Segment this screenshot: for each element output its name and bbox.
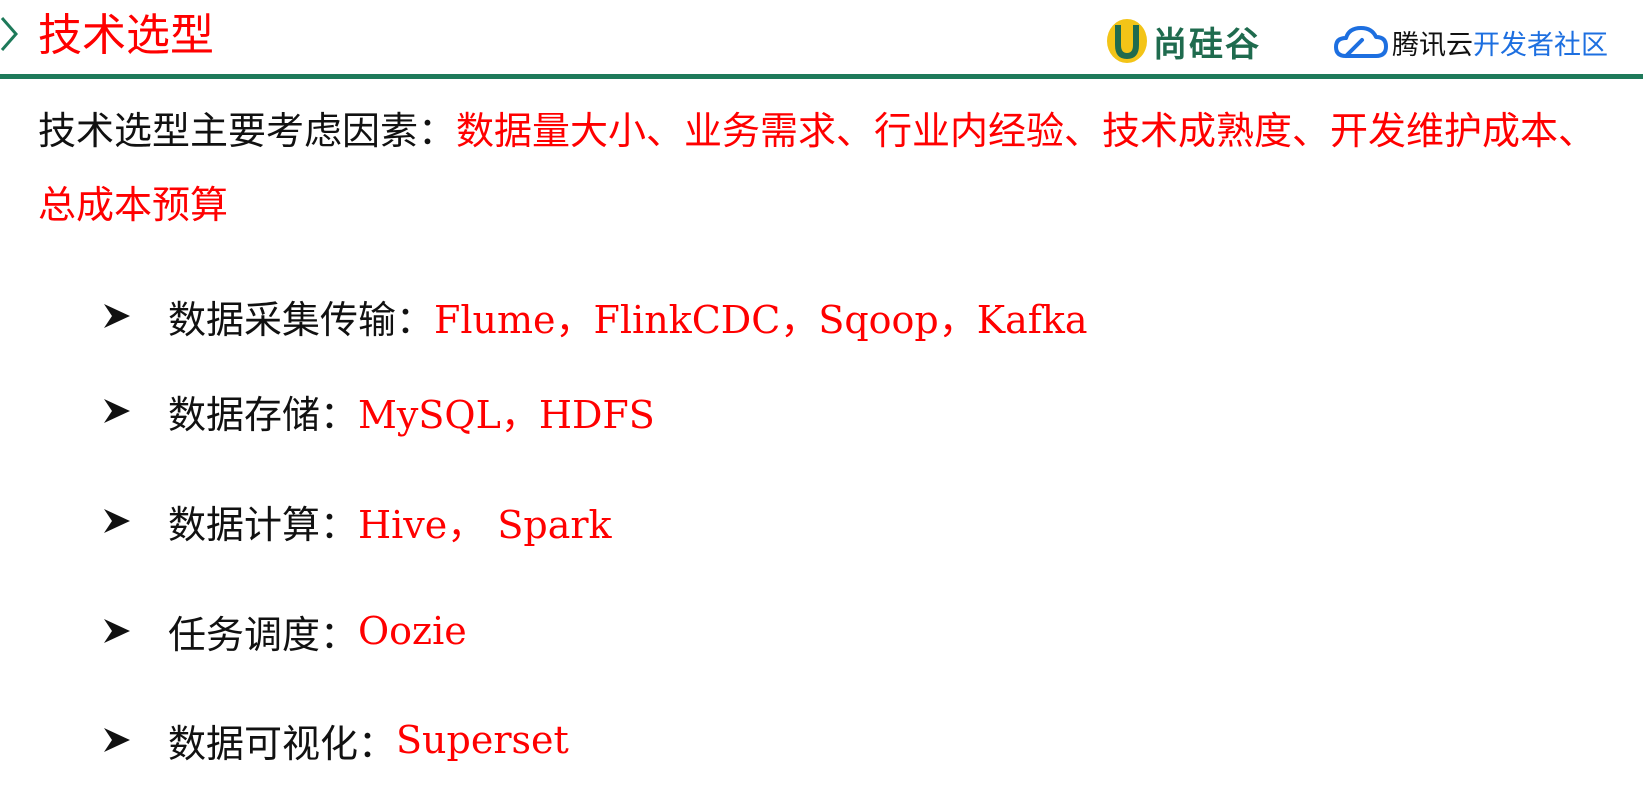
tencent-cloud-logo: 腾讯云 开发者社区 xyxy=(1332,20,1608,64)
slide-header: 技术选型 尚硅谷 腾讯云 开发者社区 xyxy=(0,0,1643,80)
item-label: 数据计算： xyxy=(168,502,359,547)
arrowhead-bullet-icon xyxy=(104,728,130,752)
list-item: 任务调度： Oozie xyxy=(102,601,467,661)
atguigu-u-logo-icon xyxy=(1107,19,1147,63)
list-item: 数据计算： Hive， Spark xyxy=(102,491,612,551)
item-label: 数据可视化： xyxy=(168,721,397,766)
chevron-right-icon xyxy=(0,17,18,51)
atguigu-logo: 尚硅谷 xyxy=(1105,16,1261,66)
atguigu-logo-text: 尚硅谷 xyxy=(1153,24,1261,65)
page-title: 技术选型 xyxy=(38,10,214,61)
list-item: 数据采集传输： Flume，FlinkCDC，Sqoop，Kafka xyxy=(102,286,1088,346)
arrowhead-bullet-icon xyxy=(104,509,130,533)
item-value: MySQL，HDFS xyxy=(358,392,655,437)
item-label: 任务调度： xyxy=(168,612,359,657)
intro-paragraph: 技术选型主要考虑因素：数据量大小、业务需求、行业内经验、技术成熟度、开发维护成本… xyxy=(38,94,1608,242)
item-label: 数据存储： xyxy=(168,392,359,437)
item-value: Flume，FlinkCDC，Sqoop，Kafka xyxy=(434,297,1088,342)
tencent-logo-text-a: 腾讯云 xyxy=(1392,29,1473,61)
arrowhead-bullet-icon xyxy=(104,399,130,423)
list-item: 数据可视化： Superset xyxy=(102,710,569,770)
item-value: Superset xyxy=(396,718,569,762)
tencent-logo-text-b: 开发者社区 xyxy=(1473,29,1608,61)
arrowhead-bullet-icon xyxy=(104,304,130,328)
arrowhead-bullet-icon xyxy=(104,619,130,643)
item-value: Oozie xyxy=(358,609,467,653)
list-item: 数据存储： MySQL，HDFS xyxy=(102,381,655,441)
header-divider xyxy=(0,74,1643,79)
item-label: 数据采集传输： xyxy=(168,297,435,342)
item-value: Hive， Spark xyxy=(358,502,612,547)
intro-lead: 技术选型主要考虑因素： xyxy=(38,109,457,153)
tencent-cloud-logo-icon xyxy=(1334,26,1388,58)
